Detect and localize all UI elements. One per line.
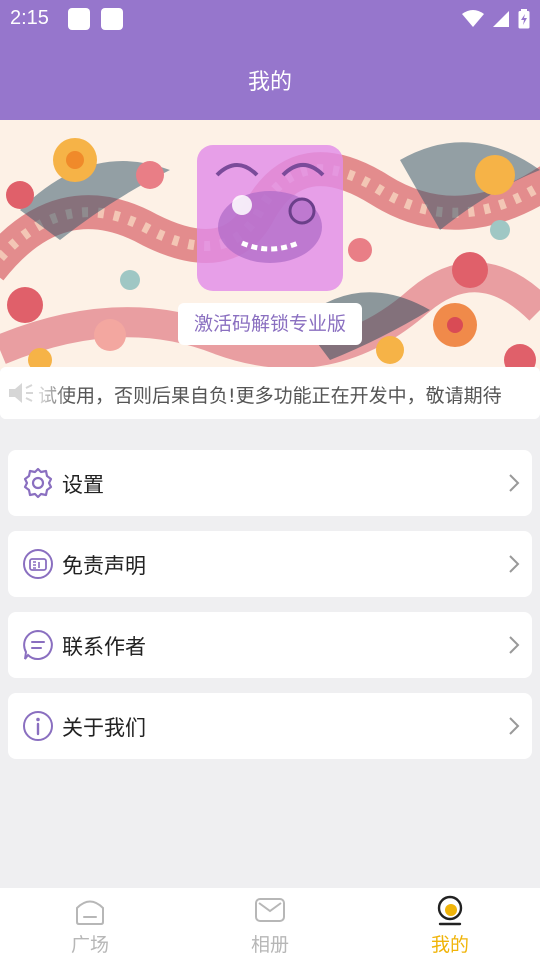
- chevron-right-icon: [509, 555, 520, 573]
- tab-label: 相册: [250, 934, 289, 956]
- menu-label: 联系作者: [62, 635, 146, 659]
- tab-mine[interactable]: 我的: [360, 888, 540, 960]
- menu-item-disclaimer[interactable]: 免责声明: [8, 531, 532, 597]
- notification-icon: [68, 8, 90, 30]
- banner: 激活码解锁专业版: [0, 120, 540, 370]
- menu-item-contact-author[interactable]: 联系作者: [8, 612, 532, 678]
- notification-icon: [101, 8, 123, 30]
- menu-label: 设置: [62, 473, 104, 497]
- home-icon: [76, 900, 104, 925]
- chevron-right-icon: [509, 474, 520, 492]
- info-icon: [23, 711, 53, 741]
- profile-icon: [437, 895, 463, 926]
- mail-icon: [255, 898, 285, 922]
- app-bar: 我的: [0, 38, 540, 120]
- page-title: 我的: [247, 70, 292, 95]
- menu-label: 关于我们: [62, 716, 146, 740]
- menu-item-settings[interactable]: 设置: [8, 450, 532, 516]
- status-bar: 2:15: [0, 0, 540, 38]
- menu-item-about-us[interactable]: 关于我们: [8, 693, 532, 759]
- notice-text: 试使用，否则后果自负!更多功能正在开发中，敬请期待: [38, 385, 502, 407]
- battery-icon: [518, 9, 530, 29]
- chat-icon: [23, 629, 53, 660]
- status-time: 2:15: [10, 7, 49, 29]
- signal-icon: [493, 11, 509, 27]
- app-logo: [197, 145, 343, 291]
- gear-icon: [23, 467, 53, 499]
- tab-label: 我的: [430, 934, 469, 956]
- chevron-right-icon: [509, 717, 520, 735]
- bottom-tab-bar: 广场 相册 我的: [0, 888, 540, 960]
- tab-label: 广场: [70, 934, 109, 956]
- chevron-right-icon: [509, 636, 520, 654]
- notice-marquee: 试使用，否则后果自负!更多功能正在开发中，敬请期待: [0, 367, 540, 419]
- activate-pro-button[interactable]: 激活码解锁专业版: [178, 303, 362, 345]
- disclaimer-icon: [23, 549, 53, 579]
- status-icons: [462, 9, 530, 29]
- dragon-icon: [215, 163, 325, 263]
- tab-album[interactable]: 相册: [180, 888, 360, 960]
- speaker-icon: [9, 383, 33, 403]
- menu-label: 免责声明: [62, 554, 146, 578]
- wifi-icon: [462, 10, 484, 27]
- tab-plaza[interactable]: 广场: [0, 888, 180, 960]
